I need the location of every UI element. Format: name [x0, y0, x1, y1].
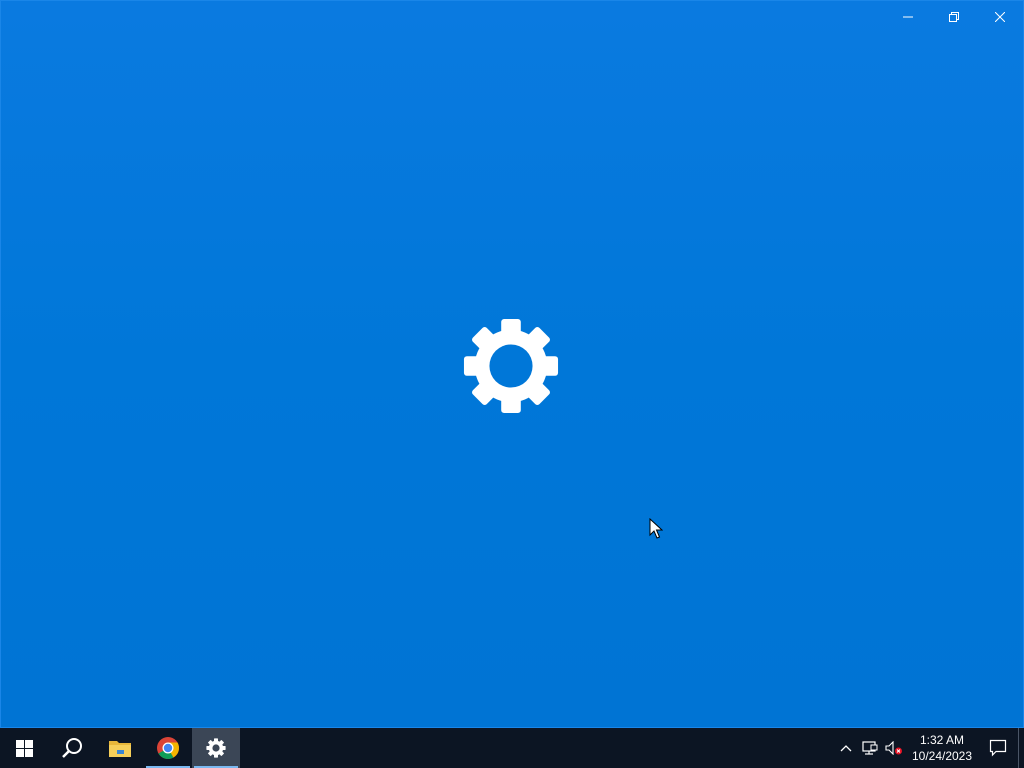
minimize-icon — [903, 16, 913, 18]
action-center-button[interactable] — [978, 728, 1018, 768]
network-icon — [862, 741, 878, 755]
title-bar — [885, 1, 1023, 33]
network-button[interactable] — [858, 728, 882, 768]
system-tray: 1:32 AM 10/24/2023 — [834, 728, 1024, 768]
chrome-icon — [157, 737, 179, 759]
gear-icon — [463, 318, 559, 414]
start-button[interactable] — [0, 728, 48, 768]
action-center-icon — [989, 739, 1007, 757]
restore-icon — [949, 12, 959, 22]
volume-button[interactable] — [882, 728, 906, 768]
restore-button[interactable] — [931, 1, 977, 33]
chrome-button[interactable] — [144, 728, 192, 768]
windows-logo-icon — [15, 739, 33, 757]
search-icon — [62, 738, 82, 758]
clock-date: 10/24/2023 — [911, 749, 973, 763]
close-button[interactable] — [977, 1, 1023, 33]
show-desktop-button[interactable] — [1018, 728, 1024, 768]
settings-window — [0, 0, 1024, 728]
chevron-up-icon — [840, 745, 852, 752]
taskbar: 1:32 AM 10/24/2023 — [0, 728, 1024, 768]
minimize-button[interactable] — [885, 1, 931, 33]
search-button[interactable] — [48, 728, 96, 768]
file-explorer-button[interactable] — [96, 728, 144, 768]
clock[interactable]: 1:32 AM 10/24/2023 — [906, 728, 978, 768]
mouse-cursor-icon — [649, 518, 663, 539]
settings-taskbar-button[interactable] — [192, 728, 240, 768]
close-icon — [995, 12, 1005, 22]
show-hidden-icons-button[interactable] — [834, 728, 858, 768]
gear-icon — [206, 738, 226, 758]
volume-muted-icon — [885, 741, 902, 755]
folder-icon — [109, 741, 131, 757]
clock-time: 1:32 AM — [919, 733, 965, 747]
